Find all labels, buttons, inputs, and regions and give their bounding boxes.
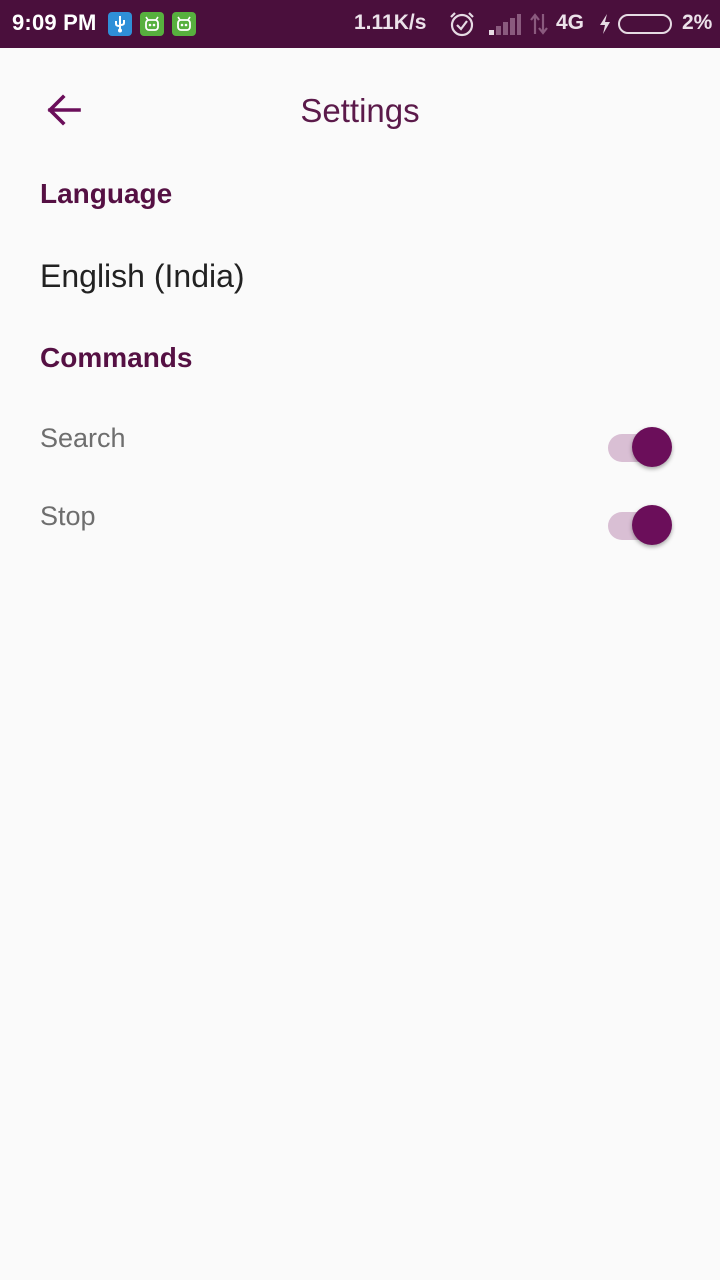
search-command-label: Search	[40, 423, 126, 453]
stop-command-toggle[interactable]	[604, 502, 676, 546]
language-section-title: Language	[40, 178, 173, 209]
net-speed: 1.11K/s	[354, 11, 427, 34]
page-title: Settings	[300, 92, 420, 129]
search-command-toggle[interactable]	[604, 424, 676, 468]
android-icon	[140, 12, 164, 36]
network-type: 4G	[556, 11, 585, 34]
data-arrows-icon	[528, 12, 550, 41]
battery-icon	[618, 14, 672, 34]
commands-section-title: Commands	[40, 342, 193, 373]
language-preference[interactable]: English (India)	[40, 258, 245, 295]
status-time: 9:09 PM	[12, 10, 97, 35]
status-bar: 9:09 PM 1.11K/s 4G 2%	[0, 0, 720, 48]
android-icon	[172, 12, 196, 36]
charging-icon	[598, 13, 612, 40]
signal-icon	[488, 14, 522, 41]
toggle-thumb	[632, 427, 672, 467]
usb-icon	[108, 12, 132, 36]
toggle-thumb	[632, 505, 672, 545]
alarm-icon	[448, 10, 476, 43]
battery-level: 2%	[682, 11, 713, 34]
stop-command-label: Stop	[40, 501, 96, 531]
